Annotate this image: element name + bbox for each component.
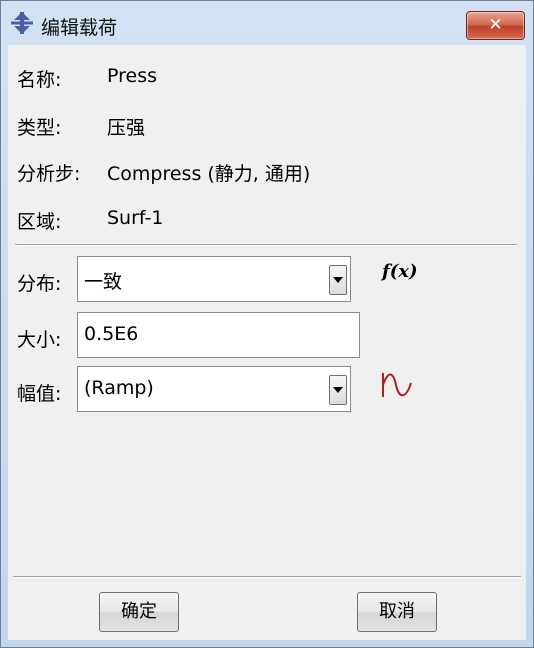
cancel-button[interactable]: 取消 [357,592,437,632]
magnitude-input[interactable]: 0.5E6 [77,312,360,358]
close-icon: ✕ [488,15,503,35]
function-icon[interactable]: f(x) [382,261,418,282]
dialog-content: 名称: Press 类型: 压强 分析步: Compress (静力, 通用) … [8,45,526,640]
title-bar[interactable]: 编辑载荷 ✕ [1,1,533,45]
dialog-window: 编辑载荷 ✕ 名称: Press 类型: 压强 分析步: Compress (静… [0,0,534,648]
magnitude-value: 0.5E6 [84,323,139,345]
close-button[interactable]: ✕ [466,11,525,40]
app-icon [11,12,33,34]
chevron-down-icon[interactable] [329,265,347,295]
distribution-value: 一致 [84,271,123,293]
ok-button[interactable]: 确定 [99,592,179,632]
info-label-step: 分析步: [17,163,81,185]
info-value-type: 压强 [107,117,146,139]
info-label-name: 名称: [17,69,62,91]
window-title: 编辑载荷 [41,17,118,39]
amplitude-label: 幅值: [17,383,62,405]
amplitude-wave-icon[interactable] [380,371,414,399]
magnitude-label: 大小: [17,329,62,351]
distribution-select[interactable]: 一致 [77,256,351,302]
info-label-region: 区域: [17,211,62,233]
info-label-type: 类型: [17,117,62,139]
amplitude-value: (Ramp) [84,377,154,399]
info-value-step: Compress (静力, 通用) [107,163,311,185]
separator-top [15,244,517,246]
info-value-name: Press [107,65,158,87]
chevron-down-icon[interactable] [329,375,347,405]
amplitude-select[interactable]: (Ramp) [77,366,351,412]
separator-bottom [13,576,521,578]
info-value-region: Surf-1 [107,207,164,229]
distribution-label: 分布: [17,273,62,295]
